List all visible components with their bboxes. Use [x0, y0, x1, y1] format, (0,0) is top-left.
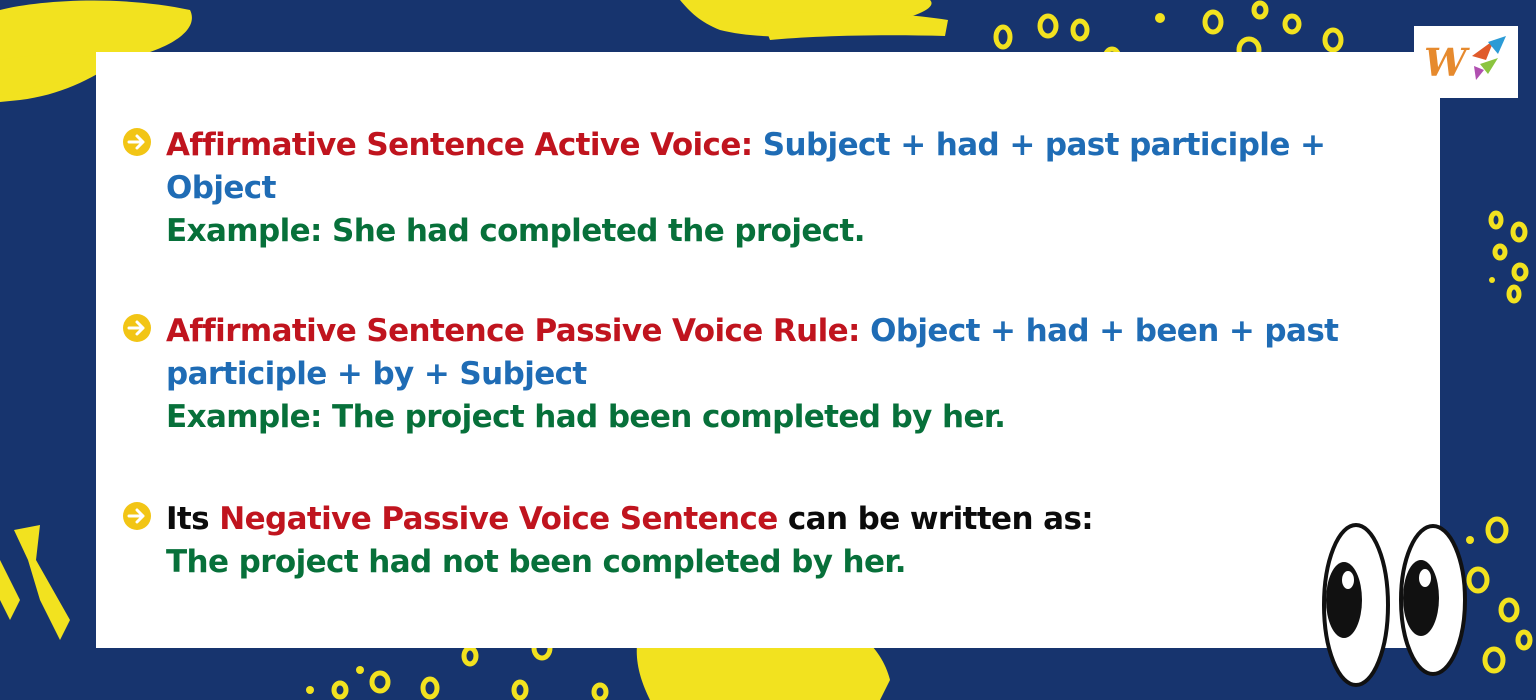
negative-highlight: Negative Passive Voice Sentence [219, 501, 778, 537]
rule-passive-voice: Affirmative Sentence Passive Voice Rule:… [123, 310, 1406, 439]
negative-heading: Its Negative Passive Voice Sentence can … [166, 498, 1406, 541]
rule-text: Affirmative Sentence Passive Voice Rule:… [166, 310, 1406, 396]
arrow-right-circle-icon [123, 314, 151, 342]
arrow-right-circle-icon [123, 128, 151, 156]
rule-example: Example: The project had been completed … [166, 399, 1006, 435]
negative-example: The project had not been completed by he… [166, 544, 906, 580]
rule-label: Affirmative Sentence Active Voice: [166, 127, 753, 163]
cartoon-eyes [1322, 523, 1467, 687]
rule-label: Affirmative Sentence Passive Voice Rule: [166, 313, 860, 349]
negative-prefix: Its [166, 501, 210, 537]
rule-example: Example: She had completed the project. [166, 213, 866, 249]
arrow-right-circle-icon [123, 502, 151, 530]
rule-active-voice: Affirmative Sentence Active Voice: Subje… [123, 124, 1406, 253]
rule-text: Affirmative Sentence Active Voice: Subje… [166, 124, 1406, 210]
negative-suffix: can be written as: [787, 501, 1094, 537]
w-brand-logo: W [1414, 26, 1518, 98]
content-card: Affirmative Sentence Active Voice: Subje… [96, 52, 1440, 648]
negative-passive-sentence: Its Negative Passive Voice Sentence can … [123, 498, 1406, 584]
svg-text:W: W [1424, 40, 1470, 85]
